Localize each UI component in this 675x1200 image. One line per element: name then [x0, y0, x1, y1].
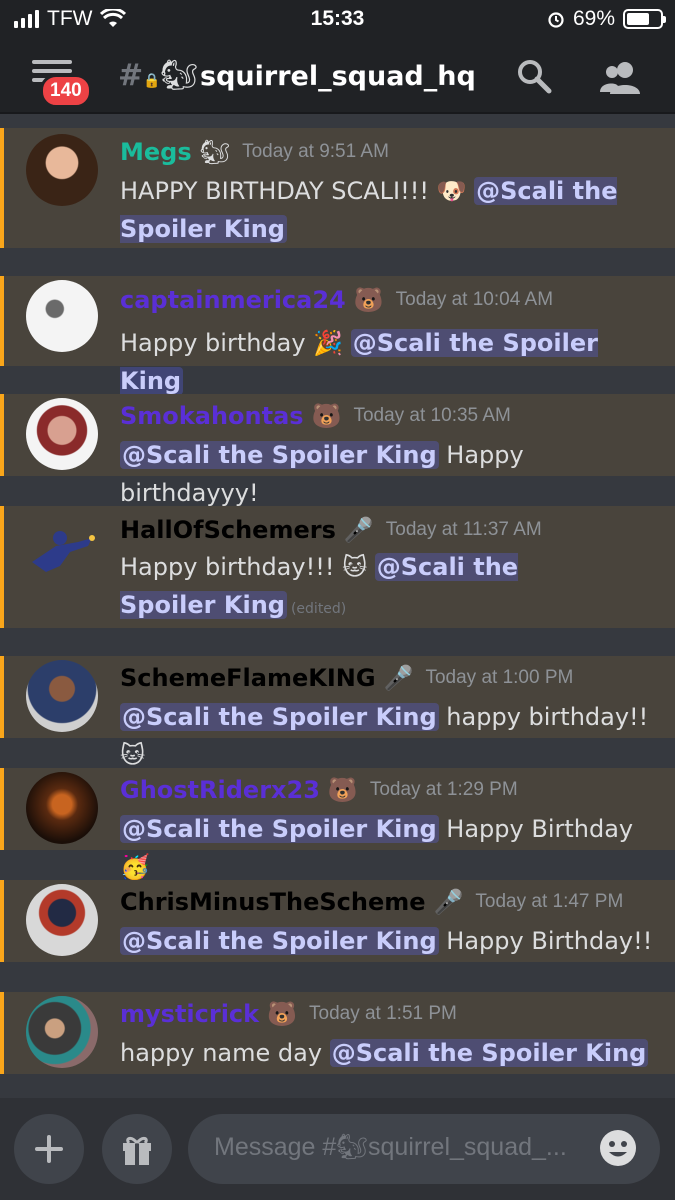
gift-button[interactable] [102, 1114, 172, 1184]
search-icon[interactable] [516, 58, 552, 94]
members-icon[interactable] [598, 60, 642, 96]
battery-group: 69% [547, 7, 666, 31]
message[interactable]: mysticrick 🐻 Today at 1:51 PM happy name… [0, 992, 675, 1074]
message-text: Happy birthday!!! 🐱 @Scali the Spoiler K… [120, 548, 595, 628]
emoji-picker-icon[interactable] [598, 1128, 638, 1168]
message-text: happy name day @Scali the Spoiler King [120, 1034, 655, 1072]
username[interactable]: captainmerica24 [120, 286, 346, 314]
gift-icon [123, 1136, 151, 1165]
avatar[interactable] [26, 772, 98, 844]
badge-emoji: 🎤 [383, 664, 414, 692]
badge-emoji: 🎤 [343, 516, 374, 544]
message[interactable]: SchemeFlameKING 🎤 Today at 1:00 PM @Scal… [0, 656, 675, 769]
message[interactable]: GhostRiderx23 🐻 Today at 1:29 PM @Scali … [0, 768, 675, 881]
mention[interactable]: @Scali the Spoiler King [329, 1039, 649, 1067]
avatar[interactable] [26, 398, 98, 470]
timestamp: Today at 10:04 AM [395, 289, 554, 310]
channel-header: 140 #🔒 🐿 squirrel_squad_hq [0, 40, 675, 114]
message[interactable]: HallOfSchemers 🎤 Today at 11:37 AM Happy… [0, 506, 675, 628]
edited-label: (edited) [290, 601, 347, 617]
username[interactable]: Smokahontas [120, 402, 304, 430]
avatar[interactable] [26, 996, 98, 1068]
composer-bar: Message #🐿squirrel_squad_... [0, 1098, 675, 1200]
username[interactable]: mysticrick [120, 1000, 259, 1028]
message-text: @Scali the Spoiler King Happy birthdayyy… [120, 436, 655, 512]
timestamp: Today at 10:35 AM [353, 405, 511, 426]
message[interactable]: Megs 🐿 Today at 9:51 AM HAPPY BIRTHDAY S… [0, 128, 675, 248]
message[interactable]: Smokahontas 🐻 Today at 10:35 AM @Scali t… [0, 394, 675, 507]
lock-hash-icon: #🔒 [118, 58, 161, 93]
message-text: HAPPY BIRTHDAY SCALI!!! 🐶 @Scali the Spo… [120, 172, 655, 248]
username[interactable]: GhostRiderx23 [120, 776, 320, 804]
username[interactable]: HallOfSchemers [120, 516, 336, 544]
message-input[interactable]: Message #🐿squirrel_squad_... [188, 1114, 660, 1184]
channel-emoji: 🐿 [160, 58, 199, 93]
avatar[interactable] [26, 884, 98, 956]
message-list[interactable]: Megs 🐿 Today at 9:51 AM HAPPY BIRTHDAY S… [0, 124, 675, 1094]
avatar[interactable] [26, 134, 98, 206]
text: Happy Birthday!! [438, 927, 653, 955]
username[interactable]: ChrisMinusTheScheme [120, 888, 426, 916]
message[interactable]: captainmerica24 🐻 Today at 10:04 AM Happ… [0, 276, 675, 395]
avatar[interactable] [26, 660, 98, 732]
status-bar: TFW 15:33 69% [0, 0, 675, 40]
avatar-image [32, 531, 95, 572]
mention[interactable]: @Scali the Spoiler King [120, 441, 439, 469]
mention[interactable]: @Scali the Spoiler King [120, 815, 439, 843]
timestamp: Today at 9:51 AM [242, 141, 389, 162]
message-text: Happy birthday 🎉 @Scali the Spoiler King [120, 324, 655, 400]
add-attachment-button[interactable] [14, 1114, 84, 1184]
mention[interactable]: @Scali the Spoiler King [120, 703, 439, 731]
battery-icon [623, 9, 666, 29]
badge-emoji: 🐿 [199, 138, 231, 166]
badge-emoji: 🐻 [311, 402, 342, 430]
timestamp: Today at 1:51 PM [309, 1003, 457, 1024]
alarm-icon [548, 12, 564, 28]
text: Happy birthday 🎉 [120, 329, 351, 357]
battery-fill [627, 13, 650, 25]
avatar[interactable] [26, 516, 98, 588]
message-input-placeholder: Message #🐿squirrel_squad_... [214, 1133, 567, 1161]
text: HAPPY BIRTHDAY SCALI!!! 🐶 [120, 177, 475, 205]
text: Happy birthday!!! 🐱 [120, 553, 375, 581]
timestamp: Today at 1:29 PM [369, 779, 518, 800]
channel-name[interactable]: squirrel_squad_hq [200, 61, 476, 92]
badge-emoji: 🐻 [327, 776, 358, 804]
timestamp: Today at 11:37 AM [385, 519, 542, 540]
mention[interactable]: @Scali the Spoiler King [120, 927, 439, 955]
badge-emoji: 🎤 [433, 888, 464, 916]
unread-badge: 140 [40, 74, 92, 108]
battery-percent: 69% [572, 7, 615, 30]
plus-icon [35, 1135, 63, 1163]
message-text: @Scali the Spoiler King Happy Birthday!! [120, 922, 655, 960]
text: happy name day [120, 1039, 330, 1067]
message-text: @Scali the Spoiler King happy birthday!!… [120, 698, 655, 774]
message-text: @Scali the Spoiler King Happy Birthday 🥳 [120, 810, 655, 886]
username[interactable]: Megs [120, 138, 192, 166]
timestamp: Today at 1:00 PM [425, 667, 574, 688]
username[interactable]: SchemeFlameKING [120, 664, 376, 692]
badge-emoji: 🐻 [353, 286, 384, 314]
timestamp: Today at 1:47 PM [475, 891, 624, 912]
badge-emoji: 🐻 [267, 1000, 298, 1028]
message[interactable]: ChrisMinusTheScheme 🎤 Today at 1:47 PM @… [0, 880, 675, 962]
avatar[interactable] [26, 280, 98, 352]
